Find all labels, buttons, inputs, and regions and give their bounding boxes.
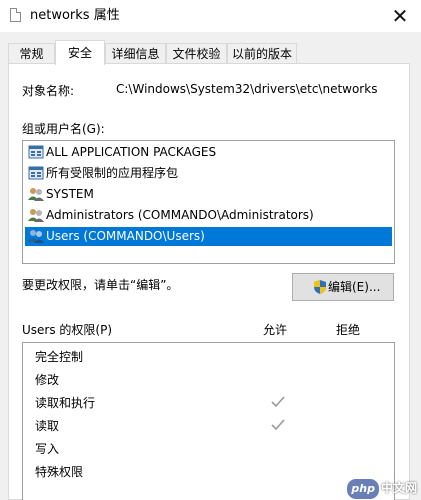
window-title: networks 属性 [30, 8, 120, 23]
tab-general[interactable]: 常规 [8, 43, 55, 64]
user-item-administrators[interactable]: Administrators (COMMANDO\Administrators) [25, 206, 314, 225]
watermark-text: 中文网 [380, 481, 417, 495]
object-name-label: 对象名称: [22, 84, 75, 98]
permissions-label: Users 的权限(P) [22, 323, 113, 337]
watermark: php 中文网 [347, 478, 417, 499]
permission-row-write: 写入 [35, 442, 60, 456]
user-item-label: 所有受限制的应用程序包 [46, 166, 179, 180]
user-item-all-app-packages[interactable]: ALL APPLICATION PACKAGES [25, 143, 216, 162]
change-permissions-hint: 要更改权限，请单击“编辑”。 [22, 278, 179, 292]
app-packages-icon [28, 166, 44, 179]
user-item-label: Users (COMMANDO\Users) [46, 229, 205, 243]
user-item-label: SYSTEM [46, 187, 94, 201]
tab-file-hash[interactable]: 文件校验 [166, 43, 227, 64]
user-item-label: Administrators (COMMANDO\Administrators) [46, 208, 314, 222]
edit-button-label: 编辑(E)... [328, 280, 381, 294]
user-list[interactable]: ALL APPLICATION PACKAGES 所有受限制的应用程序包 SYS… [22, 140, 395, 264]
tab-previous-versions[interactable]: 以前的版本 [227, 43, 297, 64]
tab-security[interactable]: 安全 [55, 40, 105, 65]
permission-row-special: 特殊权限 [35, 465, 84, 479]
permission-row-modify: 修改 [35, 373, 60, 387]
users-icon [28, 187, 44, 201]
watermark-badge: php [347, 479, 379, 499]
permission-row-read-execute: 读取和执行 [35, 396, 96, 410]
edit-button[interactable]: 编辑(E)... [292, 273, 394, 301]
allow-checkmark-icon [271, 396, 285, 408]
tab-details[interactable]: 详细信息 [105, 43, 166, 64]
app-packages-icon [28, 145, 44, 158]
allow-checkmark-icon [271, 419, 285, 431]
object-name-value: C:\Windows\System32\drivers\etc\networks [116, 82, 378, 96]
permissions-list: 完全控制 修改 读取和执行 读取 写入 特殊权限 [22, 342, 395, 500]
user-item-restricted-app-packages[interactable]: 所有受限制的应用程序包 [25, 164, 178, 183]
close-button[interactable]: ✕ [387, 3, 413, 29]
users-icon [28, 229, 44, 243]
users-icon [28, 208, 44, 222]
file-icon [10, 8, 21, 22]
permission-row-full-control: 完全控制 [35, 350, 84, 364]
tab-bar: 常规 安全 详细信息 文件校验 以前的版本 [0, 40, 421, 65]
groups-label: 组或用户名(G): [22, 122, 105, 136]
allow-column-header: 允许 [263, 323, 288, 337]
user-item-label: ALL APPLICATION PACKAGES [46, 145, 217, 159]
deny-column-header: 拒绝 [336, 323, 361, 337]
permission-row-read: 读取 [35, 419, 60, 433]
uac-shield-icon [314, 280, 326, 294]
title-bar: networks 属性 ✕ [0, 0, 421, 32]
user-item-users[interactable]: Users (COMMANDO\Users) [25, 227, 392, 246]
user-item-system[interactable]: SYSTEM [25, 185, 94, 204]
